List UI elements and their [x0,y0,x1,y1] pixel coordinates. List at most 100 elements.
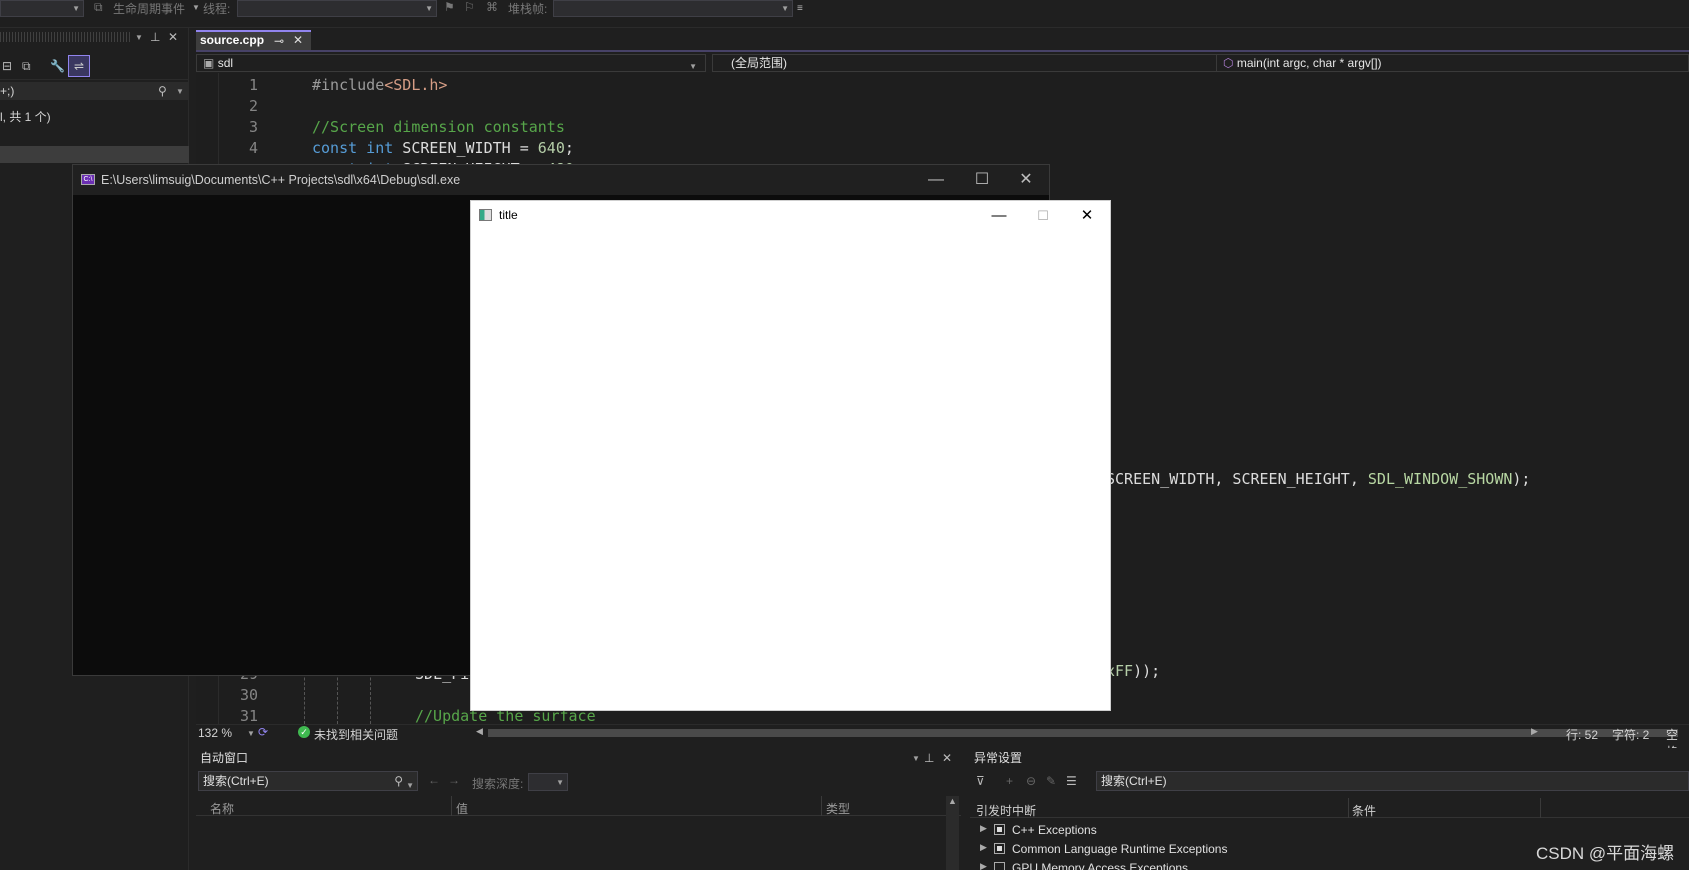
exceptions-title: 异常设置 [974,751,1023,765]
close-icon[interactable]: ✕ [942,751,952,765]
console-app-icon: C:\ [81,174,95,185]
line-number: 30 [239,686,258,704]
exception-row[interactable]: ▶ C++ Exceptions [970,822,1689,840]
panel-toolbar: ⊟ ⧉ 🔧 ⇌ [0,54,189,80]
tab-source-cpp[interactable]: source.cpp ⊸ ✕ [196,30,311,50]
panel-grip[interactable] [0,32,130,42]
flag-threads-icon[interactable]: ⚐ [464,0,475,14]
project-dropdown[interactable]: ▣ sdl ▼ [196,54,706,72]
search-depth-label: 搜索深度: [472,777,524,791]
function-cube-icon: ⬡ [1223,56,1234,70]
pin-tab-icon[interactable]: ⊸ [274,33,284,50]
collapse-all-icon[interactable]: ⊟ [2,59,12,73]
sdl-window[interactable]: title — ☐ ✕ [470,200,1111,711]
lifecycle-events-label[interactable]: 生命周期事件 [113,0,185,17]
search-depth-dropdown[interactable]: ▼ [528,773,568,791]
scroll-left-icon[interactable]: ◀ [476,726,483,737]
project-icon: ▣ [203,56,215,70]
search-icon[interactable]: ⚲ [158,84,167,98]
debug-toolbar: ▼ ⧉ 生命周期事件 ▼ 线程: ▼ ⚑ ⚐ ⌘ 堆栈帧: ▼ ≡ [0,0,1689,28]
panel-search-box[interactable]: +;) ⚲ ▼ [0,82,189,100]
column-divider[interactable] [451,796,452,816]
preview-selected-icon[interactable]: ⇌ [68,55,90,77]
add-icon[interactable]: + [1006,774,1013,788]
forward-arrow-icon[interactable]: → [448,773,460,787]
chevron-down-icon[interactable]: ▼ [176,87,184,96]
column-divider[interactable] [1540,798,1541,818]
toolbar-overflow-icon[interactable]: ≡ [797,2,803,16]
column-divider[interactable] [1348,798,1349,818]
autos-header-row: 名称 值 类型 [196,796,961,816]
maximize-icon[interactable]: ☐ [1023,201,1063,230]
process-dropdown[interactable]: ▼ [0,0,84,17]
chevron-down-icon[interactable]: ▼ [192,3,200,12]
search-icon[interactable]: ⚲ [394,774,403,788]
panel-menu-icon[interactable]: ▼ [135,33,143,42]
properties-wrench-icon[interactable]: 🔧 [50,59,65,73]
horizontal-scrollbar[interactable] [488,729,1678,737]
filter-threads-icon[interactable]: ⌘ [486,0,498,14]
line-indicator[interactable]: 行: 52 [1566,726,1598,743]
exception-row-label: Common Language Runtime Exceptions [1012,842,1228,856]
minimize-icon[interactable]: — [913,165,959,195]
console-title-bar[interactable]: C:\ E:\Users\limsuig\Documents\C++ Proje… [73,165,1049,195]
panel-menu-icon[interactable]: ▼ [912,754,920,763]
autos-search-input[interactable]: 搜索(Ctrl+E) ⚲ ▼ [198,771,418,791]
check-circle-icon: ✓ [298,726,310,738]
filter-icon[interactable]: ⊽ [976,774,985,788]
chevron-down-icon[interactable]: ▼ [247,729,255,738]
sdl-title-bar[interactable]: title — ☐ ✕ [471,201,1110,230]
restore-defaults-icon[interactable]: ☰ [1066,774,1077,788]
navigation-bar: ▣ sdl ▼ (全局范围) ▼ ⬡ main(int argc, char *… [196,52,1689,73]
close-icon[interactable]: ✕ [1003,165,1049,195]
thread-dropdown[interactable]: ▼ [237,0,437,17]
checkbox-partial[interactable] [994,824,1005,835]
chevron-down-icon[interactable]: ▼ [406,777,414,795]
remove-icon[interactable]: ⊖ [1026,774,1036,788]
close-icon[interactable]: ✕ [168,30,178,44]
scroll-right-icon[interactable]: ▶ [1531,726,1538,737]
show-all-files-icon[interactable]: ⧉ [22,59,31,73]
vertical-scrollbar[interactable]: ▲ [946,796,959,870]
stackframe-dropdown[interactable]: ▼ [553,0,793,17]
line-number: 3 [248,118,258,136]
function-dropdown[interactable]: ⬡ main(int argc, char * argv[]) [1216,54,1689,72]
column-break-when-thrown[interactable]: 引发时中断 [976,802,1036,819]
char-indicator[interactable]: 字符: 2 [1612,726,1649,743]
minimize-icon[interactable]: — [979,201,1019,230]
code-line-3[interactable]: //Screen dimension constants [312,118,565,136]
code-fragment-fill[interactable]: xFF)); [1106,662,1160,680]
tab-label: source.cpp [200,33,265,47]
autos-search-placeholder: 搜索(Ctrl+E) [203,774,269,788]
maximize-icon[interactable]: ☐ [959,165,1005,195]
pin-icon[interactable]: ⊥ [924,751,934,765]
code-line-1[interactable]: #include<SDL.h> [312,76,447,94]
flag-icon[interactable]: ⚑ [444,0,455,14]
back-arrow-icon[interactable]: ← [428,773,440,787]
exceptions-search-placeholder: 搜索(Ctrl+E) [1101,774,1167,788]
column-value[interactable]: 值 [456,800,468,817]
expand-arrow-icon[interactable]: ▶ [980,842,987,853]
intellicode-icon[interactable]: ⟳ [258,725,268,739]
pin-icon[interactable]: ⊥ [150,30,160,44]
expand-arrow-icon[interactable]: ▶ [980,823,987,834]
checkbox[interactable] [994,862,1005,870]
sdl-surface[interactable] [471,230,1110,710]
edit-condition-icon[interactable]: ✎ [1046,774,1056,788]
expand-arrow-icon[interactable]: ▶ [980,861,987,870]
column-type[interactable]: 类型 [826,800,850,817]
code-fragment-create-window[interactable]: SCREEN_WIDTH, SCREEN_HEIGHT, SDL_WINDOW_… [1106,470,1530,488]
checkbox-partial[interactable] [994,843,1005,854]
code-line-4[interactable]: const int SCREEN_WIDTH = 640; [312,139,574,157]
zoom-level[interactable]: 132 % [198,726,232,740]
line-number: 1 [248,76,258,94]
issues-status[interactable]: 未找到相关问题 [314,726,398,743]
exceptions-search-input[interactable]: 搜索(Ctrl+E) [1096,771,1689,791]
column-divider[interactable] [821,796,822,816]
close-icon[interactable]: ✕ [1067,201,1107,230]
project-dropdown-label: sdl [217,56,234,70]
column-condition[interactable]: 条件 [1352,802,1376,819]
column-name[interactable]: 名称 [210,800,234,817]
panel-tab-strip[interactable] [0,146,189,163]
close-tab-icon[interactable]: ✕ [293,32,303,49]
